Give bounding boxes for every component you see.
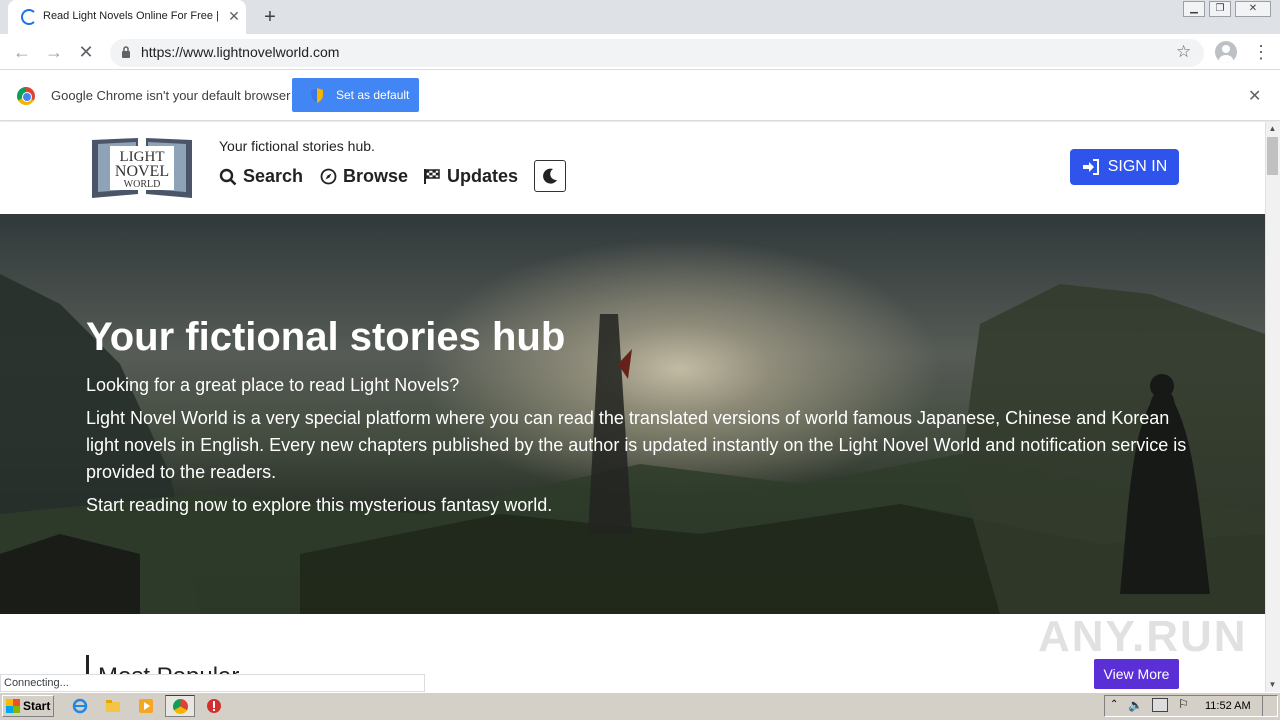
search-icon — [219, 168, 237, 185]
page-viewport: LIGHT NOVEL WORLD Your fictional stories… — [0, 122, 1265, 692]
tab-close-icon[interactable]: ✕ — [226, 8, 242, 24]
page-scrollbar[interactable] — [1265, 122, 1280, 692]
action-center-flag-icon[interactable]: ⚐ — [1178, 697, 1189, 711]
moon-icon — [543, 168, 557, 184]
chrome-logo-icon — [17, 87, 35, 105]
nav-updates[interactable]: Updates — [423, 166, 518, 187]
sign-in-icon — [1082, 159, 1099, 175]
file-explorer-icon[interactable] — [105, 698, 121, 714]
taskbar-clock[interactable]: 11:52 AM — [1205, 700, 1251, 712]
compass-icon — [320, 168, 337, 185]
forward-button[interactable]: → — [44, 42, 64, 62]
stop-sign-icon[interactable] — [206, 698, 222, 714]
back-button[interactable]: ← — [12, 42, 32, 62]
status-bubble: Connecting... — [0, 674, 425, 692]
taskbar-chrome-button[interactable] — [165, 695, 195, 717]
bookmark-star-icon[interactable]: ☆ — [1176, 42, 1191, 62]
sign-in-button[interactable]: SIGN IN — [1070, 149, 1179, 185]
start-label: Start — [23, 699, 51, 713]
browser-tab[interactable]: Read Light Novels Online For Free | L ✕ — [8, 0, 246, 34]
nav-browse-label: Browse — [343, 166, 409, 186]
nav-browse[interactable]: Browse — [320, 166, 408, 187]
nav-updates-label: Updates — [447, 166, 519, 186]
nav-search-label: Search — [243, 166, 304, 186]
uac-shield-icon — [311, 87, 323, 103]
loading-spinner-icon — [21, 9, 37, 25]
logo-line3: WORLD — [124, 179, 161, 190]
site-tagline: Your fictional stories hub. — [219, 138, 375, 154]
scroll-down-arrow-icon[interactable]: ▼ — [1265, 678, 1280, 692]
sign-in-label: SIGN IN — [1107, 158, 1168, 175]
set-as-default-label: Set as default — [336, 88, 410, 102]
site-header: LIGHT NOVEL WORLD Your fictional stories… — [0, 122, 1265, 214]
profile-avatar-icon[interactable] — [1215, 41, 1237, 63]
hero-title: Your fictional stories hub — [86, 315, 566, 359]
nav-search[interactable]: Search — [219, 166, 303, 187]
stop-loading-button[interactable]: ✕ — [76, 42, 96, 62]
window-close-button[interactable]: ✕ — [1235, 1, 1271, 17]
restore-button[interactable]: ❐ — [1209, 1, 1231, 17]
logo-line2: NOVEL — [115, 163, 169, 180]
scrollbar-thumb[interactable] — [1267, 137, 1278, 175]
tab-title: Read Light Novels Online For Free | L — [43, 10, 221, 22]
hero-description: Light Novel World is a very special plat… — [86, 408, 1187, 482]
lock-icon — [122, 46, 130, 58]
browser-menu-icon[interactable]: ⋮ — [1252, 42, 1270, 63]
hero-call-to-action: Start reading now to explore this myster… — [86, 495, 553, 515]
volume-icon[interactable]: 🔈 — [1128, 698, 1143, 712]
hero-question: Looking for a great place to read Light … — [86, 375, 460, 395]
internet-explorer-icon[interactable] — [72, 698, 88, 714]
start-button[interactable]: Start — [2, 695, 54, 717]
windows-logo-icon — [6, 699, 20, 713]
dark-mode-toggle[interactable] — [534, 160, 566, 192]
network-icon[interactable] — [1152, 698, 1168, 712]
flag-icon — [424, 169, 440, 184]
minimize-button[interactable]: ▁ — [1183, 1, 1205, 17]
view-more-button[interactable]: View More — [1094, 659, 1179, 689]
infobar-message: Google Chrome isn't your default browser — [51, 88, 291, 103]
url-text[interactable]: https://www.lightnovelworld.com — [141, 44, 339, 60]
show-desktop-button[interactable] — [1262, 696, 1276, 716]
media-player-icon[interactable] — [138, 698, 154, 714]
hero-banner: Your fictional stories hub Looking for a… — [0, 214, 1265, 614]
site-logo[interactable]: LIGHT NOVEL WORLD — [88, 132, 196, 202]
scroll-up-arrow-icon[interactable]: ▲ — [1265, 122, 1280, 136]
new-tab-button[interactable]: + — [258, 5, 282, 29]
tray-expand-icon[interactable]: ⌃ — [1110, 699, 1118, 710]
infobar-close-icon[interactable]: ✕ — [1248, 86, 1261, 106]
set-as-default-button[interactable]: Set as default — [292, 78, 419, 112]
chrome-taskbar-icon — [173, 699, 188, 714]
anyrun-watermark: ANY.RUN — [1038, 612, 1248, 661]
